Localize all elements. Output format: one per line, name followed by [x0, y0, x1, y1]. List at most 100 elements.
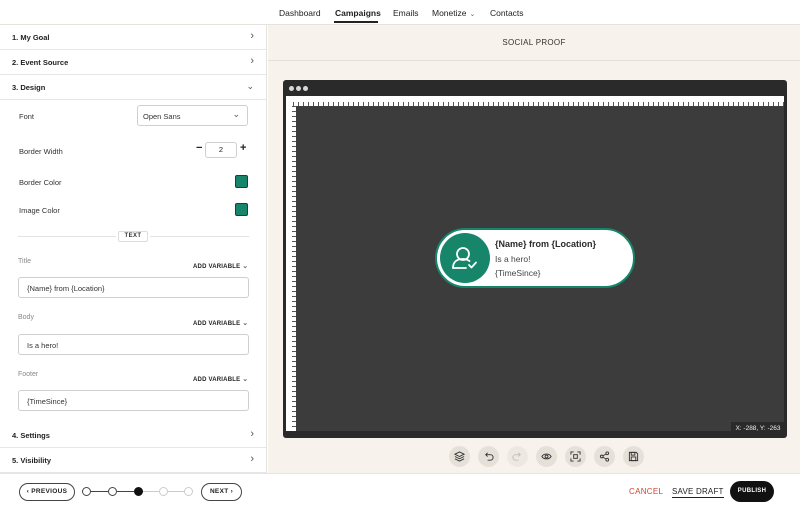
save-button[interactable] — [623, 446, 644, 467]
divider — [150, 236, 249, 237]
footer-add-variable-button[interactable]: ADD VARIABLE ⌄ — [193, 375, 248, 383]
nav-monetize-label: Monetize — [432, 8, 467, 18]
section-settings[interactable]: 4. Settings › — [0, 423, 266, 448]
footer-input[interactable]: {TimeSince} — [18, 390, 249, 411]
border-width-label: Border Width — [19, 147, 63, 156]
fit-screen-icon — [570, 451, 581, 462]
redo-icon — [512, 452, 521, 461]
step-connector — [91, 491, 109, 492]
image-color-label: Image Color — [19, 206, 60, 215]
divider — [18, 236, 116, 237]
notification-title: {Name} from {Location} — [495, 239, 597, 249]
section-visibility-label: 5. Visibility — [12, 456, 52, 465]
notification-body: Is a hero! — [495, 254, 531, 264]
section-settings-label: 4. Settings — [12, 431, 50, 440]
image-color-swatch[interactable] — [235, 203, 248, 216]
chevron-right-icon: › — [250, 428, 254, 440]
nav-monetize[interactable]: Monetize ⌄ — [432, 8, 475, 18]
step-indicator-5[interactable] — [184, 487, 193, 496]
previous-button[interactable]: ‹ PREVIOUS — [19, 483, 75, 501]
top-navigation: Dashboard Campaigns Emails Monetize ⌄ Con… — [0, 0, 800, 25]
share-button[interactable] — [594, 446, 615, 467]
layers-button[interactable] — [449, 446, 470, 467]
previous-button-label: PREVIOUS — [31, 488, 68, 495]
step-indicator-4[interactable] — [159, 487, 168, 496]
step-connector — [168, 491, 184, 492]
preview-button[interactable] — [536, 446, 557, 467]
font-select-value: Open Sans — [143, 112, 181, 121]
decrement-button[interactable]: − — [196, 142, 202, 154]
nav-campaigns[interactable]: Campaigns — [335, 8, 381, 18]
window-dot — [296, 86, 301, 91]
body-input-value: Is a hero! — [27, 341, 59, 350]
nav-active-indicator — [334, 21, 378, 23]
footer-input-value: {TimeSince} — [27, 397, 68, 406]
fit-screen-button[interactable] — [565, 446, 586, 467]
window-dot — [289, 86, 294, 91]
section-my-goal-label: 1. My Goal — [12, 33, 50, 42]
layers-icon — [454, 451, 465, 462]
chevron-down-icon: ⌄ — [242, 320, 249, 327]
preview-eye-icon — [541, 453, 552, 460]
section-design[interactable]: 3. Design ⌄ — [0, 75, 266, 100]
increment-button[interactable]: + — [240, 142, 246, 154]
add-variable-label: ADD VARIABLE — [193, 264, 241, 270]
section-visibility[interactable]: 5. Visibility › — [0, 448, 266, 473]
border-color-swatch[interactable] — [235, 175, 248, 188]
title-input-value: {Name} from {Location} — [27, 284, 105, 293]
step-indicator-3[interactable] — [134, 487, 143, 496]
section-design-label: 3. Design — [12, 83, 46, 92]
section-event-source-label: 2. Event Source — [12, 58, 69, 67]
add-variable-label: ADD VARIABLE — [193, 321, 241, 327]
nav-emails[interactable]: Emails — [393, 8, 419, 18]
step-indicator-2[interactable] — [108, 487, 117, 496]
step-connector — [143, 491, 159, 492]
border-width-input[interactable]: 2 — [205, 142, 237, 158]
horizontal-ruler — [293, 96, 784, 106]
font-label: Font — [19, 112, 35, 121]
chevron-right-icon: › — [250, 30, 254, 42]
cancel-button[interactable]: CANCEL — [629, 487, 663, 496]
chevron-down-icon: ⌄ — [246, 81, 254, 91]
chevron-right-icon: › — [250, 55, 254, 67]
footer-field-label: Footer — [18, 371, 39, 378]
nav-contacts[interactable]: Contacts — [490, 8, 524, 18]
user-check-icon — [440, 233, 490, 283]
chevron-right-icon: › — [250, 453, 254, 465]
share-icon — [599, 451, 610, 462]
nav-dashboard[interactable]: Dashboard — [279, 8, 321, 18]
chevron-down-icon: ⌄ — [242, 263, 249, 270]
next-button[interactable]: NEXT › — [201, 483, 242, 501]
body-field-label: Body — [18, 314, 34, 321]
section-event-source[interactable]: 2. Event Source › — [0, 50, 266, 75]
divider — [268, 60, 800, 61]
step-connector — [117, 491, 134, 492]
title-input[interactable]: {Name} from {Location} — [18, 277, 249, 298]
save-icon — [628, 451, 639, 462]
border-color-label: Border Color — [19, 178, 62, 187]
chevron-right-icon: › — [228, 488, 234, 495]
add-variable-label: ADD VARIABLE — [193, 377, 241, 383]
chevron-down-icon: ⌄ — [469, 11, 476, 18]
text-section-label: TEXT — [118, 231, 148, 242]
undo-icon — [485, 452, 494, 461]
body-add-variable-button[interactable]: ADD VARIABLE ⌄ — [193, 319, 248, 327]
next-button-label: NEXT — [209, 488, 229, 495]
cursor-coordinates: X: -288, Y: -263 — [731, 422, 785, 435]
section-my-goal[interactable]: 1. My Goal › — [0, 25, 266, 50]
preview-heading: SOCIAL PROOF — [502, 38, 566, 47]
save-draft-button[interactable]: SAVE DRAFT — [672, 487, 724, 498]
notification-footer: {TimeSince} — [495, 268, 541, 278]
chevron-down-icon: ⌄ — [242, 376, 249, 383]
publish-button[interactable]: PUBLISH — [730, 481, 774, 502]
title-add-variable-button[interactable]: ADD VARIABLE ⌄ — [193, 262, 248, 270]
body-input[interactable]: Is a hero! — [18, 334, 249, 355]
undo-button[interactable] — [478, 446, 499, 467]
redo-button[interactable] — [507, 446, 528, 467]
chevron-down-icon: ⌄ — [232, 109, 240, 119]
window-dot — [303, 86, 308, 91]
font-select[interactable]: Open Sans ⌄ — [137, 105, 248, 126]
title-field-label: Title — [18, 258, 31, 265]
step-indicator-1[interactable] — [82, 487, 91, 496]
vertical-ruler — [286, 106, 296, 431]
